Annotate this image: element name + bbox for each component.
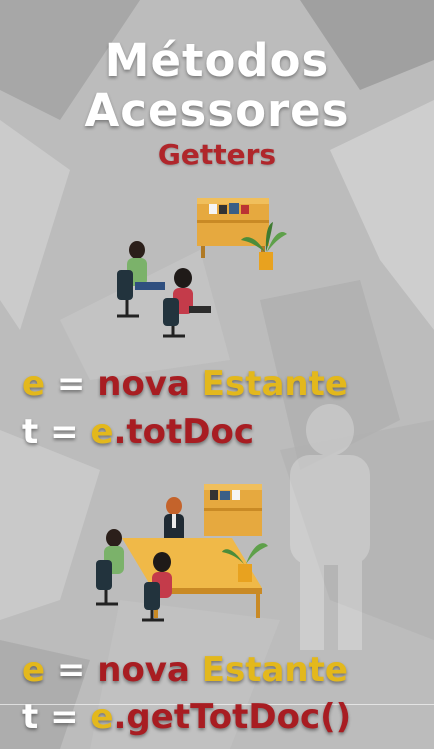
- person-standing-icon: [164, 497, 184, 544]
- subtitle: Getters: [157, 138, 277, 171]
- bookshelf-icon: [204, 484, 262, 536]
- code-var: e: [22, 650, 46, 690]
- meeting-illustration: [96, 484, 268, 622]
- code-block-1-line-1: e = nova Estante: [22, 364, 348, 404]
- code-eq: =: [38, 697, 91, 737]
- people-shelf-illustration: [117, 198, 287, 338]
- bookshelf-icon: [197, 198, 269, 258]
- title-line-1: Métodos: [104, 34, 330, 87]
- title-line-2: Acessores: [84, 84, 350, 137]
- code-var: t: [22, 412, 39, 452]
- code-block-1-line-2: t = e.totDoc: [22, 412, 254, 452]
- code-eq: =: [38, 412, 91, 452]
- code-dot: .: [113, 412, 127, 452]
- code-attribute: totDoc: [126, 412, 255, 452]
- person-woman-icon: [163, 268, 211, 338]
- code-var: t: [22, 697, 39, 737]
- code-eq: =: [45, 650, 98, 690]
- code-object: e: [90, 697, 114, 737]
- code-var: e: [22, 364, 46, 404]
- code-keyword: nova: [97, 364, 190, 404]
- code-keyword: nova: [97, 650, 190, 690]
- code-dot: .: [113, 697, 127, 737]
- person-man-icon: [96, 529, 124, 606]
- person-man-icon: [117, 241, 165, 318]
- code-object: e: [90, 412, 114, 452]
- code-class: Estante: [189, 364, 348, 404]
- code-class: Estante: [189, 650, 348, 690]
- code-block-2-line-2: t = e.getTotDoc(): [22, 697, 351, 737]
- code-eq: =: [45, 364, 98, 404]
- code-block-2-line-1: e = nova Estante: [22, 650, 348, 690]
- code-method: getTotDoc(): [126, 697, 352, 737]
